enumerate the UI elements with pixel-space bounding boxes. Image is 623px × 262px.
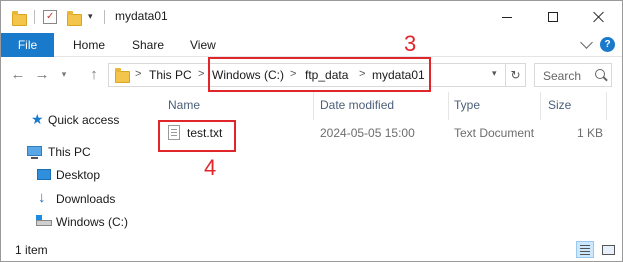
tab-share[interactable]: Share [132, 38, 164, 52]
column-header-size[interactable]: Size [548, 98, 571, 112]
column-header-type[interactable]: Type [454, 98, 480, 112]
refresh-button[interactable]: ↻ [506, 63, 526, 87]
folder-icon [115, 68, 130, 83]
nav-item-desktop[interactable]: Desktop [1, 164, 156, 186]
expand-ribbon-chevron-icon[interactable] [580, 36, 593, 49]
up-arrow-icon[interactable]: ↑ [85, 65, 103, 83]
nav-item-windows-c[interactable]: Windows (C:) [1, 211, 156, 233]
computer-icon [27, 146, 42, 156]
nav-item-label: Windows (C:) [56, 215, 129, 229]
column-divider[interactable] [448, 92, 449, 120]
details-view-button[interactable] [576, 241, 594, 258]
nav-item-label: Downloads [56, 192, 116, 206]
minimize-icon [502, 16, 512, 18]
minimize-button[interactable] [484, 1, 530, 33]
column-divider[interactable] [540, 92, 541, 120]
divider [104, 10, 105, 24]
download-arrow-icon: ↓ [38, 189, 46, 206]
column-divider[interactable] [313, 92, 314, 120]
maximize-button[interactable] [530, 1, 576, 33]
back-arrow-icon[interactable]: ← [9, 65, 27, 83]
computer-stand [31, 157, 38, 159]
close-icon [593, 11, 605, 23]
star-icon: ★ [31, 111, 44, 127]
help-icon[interactable]: ? [600, 37, 615, 52]
details-view-icon [580, 245, 590, 246]
breadcrumb-this-pc[interactable]: This PC [149, 68, 192, 82]
divider [34, 10, 35, 24]
recent-locations-chevron-icon[interactable]: ▾ [55, 65, 73, 83]
address-history-chevron-icon[interactable]: ▾ [492, 68, 497, 79]
window-title: mydata01 [115, 9, 168, 23]
maximize-icon [548, 12, 558, 22]
desktop-folder-icon [37, 169, 51, 180]
breadcrumb-separator: > [135, 68, 142, 80]
navigation-pane: ★ Quick access This PC Desktop ↓ Downloa… [1, 92, 156, 238]
annotation-number-3: 3 [404, 31, 417, 56]
nav-item-quick-access[interactable]: ★ Quick access [1, 109, 156, 131]
explorer-window: ✓ ▾ mydata01 File Home Share View ? ← → … [0, 0, 623, 262]
column-header-name[interactable]: Name [168, 98, 200, 112]
tab-file[interactable]: File [1, 33, 54, 57]
search-icon [595, 69, 605, 79]
close-button[interactable] [576, 1, 622, 33]
file-type: Text Document [454, 126, 535, 140]
title-bar: ✓ ▾ mydata01 [1, 1, 622, 33]
search-placeholder: Search [543, 69, 582, 83]
breadcrumb-separator: > [198, 68, 205, 80]
customize-toolbar-chevron-icon[interactable]: ▾ [88, 11, 93, 22]
nav-item-label: Desktop [56, 168, 101, 182]
refresh-icon: ↻ [510, 68, 521, 82]
large-icons-view-icon [602, 245, 615, 255]
file-size: 1 KB [577, 126, 604, 140]
nav-item-downloads[interactable]: ↓ Downloads [1, 188, 156, 210]
forward-arrow-icon[interactable]: → [33, 65, 51, 83]
column-header-date-modified[interactable]: Date modified [320, 98, 394, 112]
nav-item-label: Quick access [48, 113, 120, 127]
new-folder-icon[interactable] [67, 11, 82, 26]
large-icons-view-button[interactable] [599, 241, 617, 258]
annotation-file-highlight [158, 120, 236, 152]
windows-logo-icon [36, 215, 42, 220]
file-date-modified: 2024-05-05 15:00 [320, 126, 415, 140]
nav-item-label: This PC [48, 145, 91, 159]
annotation-number-4: 4 [204, 155, 217, 180]
item-count: 1 item [15, 243, 48, 257]
ribbon-tabs: File Home Share View ? [1, 33, 622, 57]
file-list: Name Date modified Type Size test.txt 20… [156, 92, 622, 238]
status-bar: 1 item [1, 238, 622, 261]
nav-item-this-pc[interactable]: This PC [1, 141, 156, 163]
annotation-address-highlight [208, 57, 431, 92]
tab-home[interactable]: Home [73, 38, 105, 52]
tab-view[interactable]: View [190, 38, 216, 52]
properties-icon[interactable]: ✓ [43, 10, 57, 24]
drive-icon [36, 220, 52, 226]
folder-icon [12, 11, 27, 26]
search-input[interactable]: Search [534, 63, 612, 87]
column-divider[interactable] [606, 92, 607, 120]
